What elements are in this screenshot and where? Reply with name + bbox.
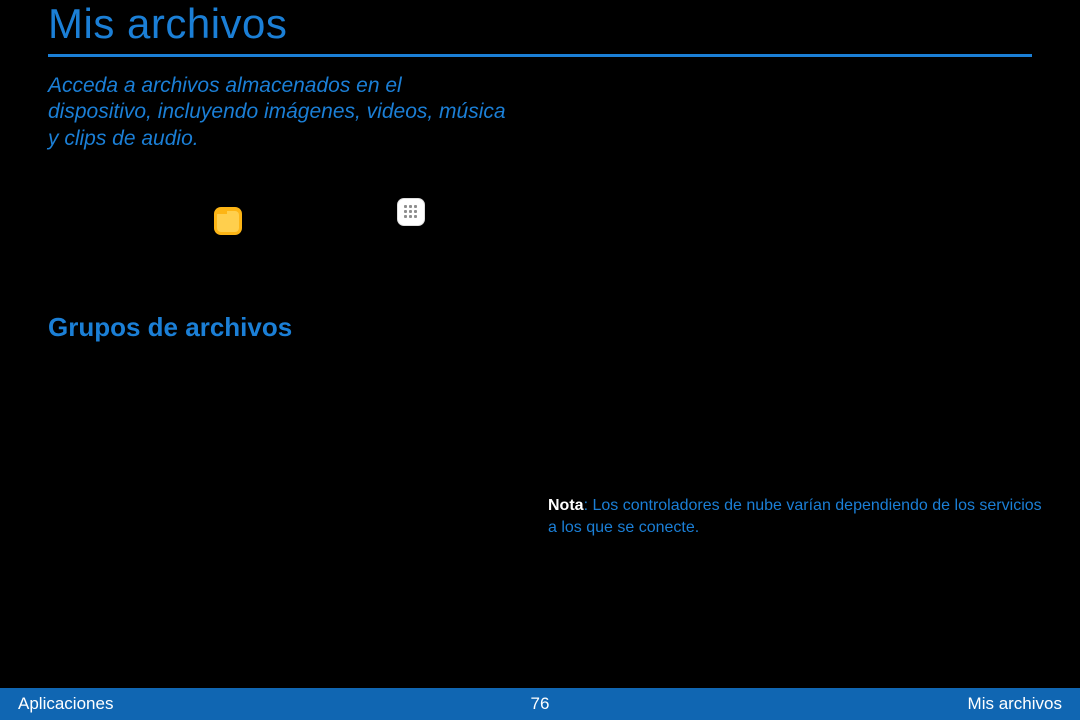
footer-right: Mis archivos [968, 694, 1062, 714]
intro-text: Acceda a archivos almacenados en el disp… [48, 73, 508, 152]
my-files-icon [214, 207, 242, 235]
title-rule [48, 54, 1032, 57]
page-title: Mis archivos [48, 0, 1032, 48]
note-label: Nota [548, 497, 584, 514]
icon-row [214, 192, 1032, 232]
apps-icon [397, 198, 425, 226]
footer-page-number: 76 [531, 694, 550, 714]
apps-grid-icon [404, 205, 418, 219]
section-title: Grupos de archivos [48, 312, 1032, 343]
page-footer: Aplicaciones 76 Mis archivos [0, 688, 1080, 720]
footer-left: Aplicaciones [18, 694, 113, 714]
note-text: : Los controladores de nube varían depen… [548, 497, 1042, 536]
note-block: Nota: Los controladores de nube varían d… [548, 495, 1048, 538]
